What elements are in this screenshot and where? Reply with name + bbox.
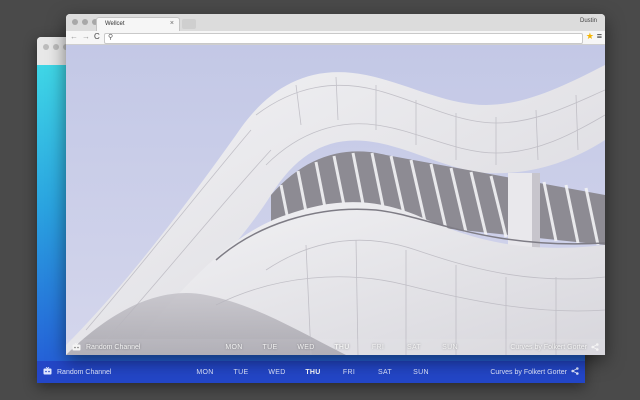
day-mon[interactable]: MON xyxy=(187,369,223,376)
share-icon[interactable] xyxy=(591,343,599,351)
credit-text: Curves by Folkert Gorter xyxy=(490,368,567,376)
browser-tab[interactable]: Wellcet × xyxy=(96,17,180,31)
minimize-dot[interactable] xyxy=(82,19,88,25)
profile-name[interactable]: Dustin xyxy=(580,18,597,24)
day-tue[interactable]: TUE xyxy=(252,344,288,351)
day-fri[interactable]: FRI xyxy=(331,369,367,376)
back-bottom-bar: Random Channel MON TUE WED THU FRI SAT S… xyxy=(37,361,585,383)
day-mon[interactable]: MON xyxy=(216,344,252,351)
share-icon[interactable] xyxy=(571,367,579,377)
credit-text: Curves by Folkert Gorter xyxy=(510,343,587,351)
photo-overlay-bar: Random Channel MON TUE WED THU FRI SAT S… xyxy=(66,339,605,355)
day-tue[interactable]: TUE xyxy=(223,369,259,376)
day-wed[interactable]: WED xyxy=(259,369,295,376)
tab-strip: Wellcet × Dustin xyxy=(66,14,605,31)
tv-icon xyxy=(43,366,52,377)
curved-building-image xyxy=(66,45,605,355)
day-wed[interactable]: WED xyxy=(288,344,324,351)
channel-label: Random Channel xyxy=(86,343,141,351)
tv-icon xyxy=(72,343,81,351)
minimize-dot[interactable] xyxy=(53,44,59,50)
random-channel-button[interactable]: Random Channel xyxy=(72,339,140,355)
tab-close-icon[interactable]: × xyxy=(170,20,174,27)
tab-title: Wellcet xyxy=(105,21,125,27)
day-fri[interactable]: FRI xyxy=(360,344,396,351)
random-channel-button[interactable]: Random Channel xyxy=(43,361,111,383)
new-tab-button[interactable] xyxy=(182,19,196,29)
close-dot[interactable] xyxy=(72,19,78,25)
photo-credit[interactable]: Curves by Folkert Gorter xyxy=(510,339,599,355)
day-thu[interactable]: THU xyxy=(324,344,360,351)
forward-arrow-icon[interactable]: → xyxy=(82,32,90,41)
front-browser-window: Wellcet × Dustin ← → C ⚲ ★ ≡ Random Chan… xyxy=(66,14,605,355)
day-thu[interactable]: THU xyxy=(295,369,331,376)
photo-credit[interactable]: Curves by Folkert Gorter xyxy=(490,361,579,383)
channel-label: Random Channel xyxy=(57,368,112,376)
back-arrow-icon[interactable]: ← xyxy=(70,32,78,41)
reload-icon[interactable]: C xyxy=(94,32,100,41)
bookmark-star-icon[interactable]: ★ xyxy=(586,31,594,42)
search-icon: ⚲ xyxy=(108,34,114,41)
day-sat[interactable]: SAT xyxy=(396,344,432,351)
browser-toolbar: ← → C ⚲ ★ ≡ xyxy=(66,31,605,45)
day-sun[interactable]: SUN xyxy=(432,344,468,351)
address-bar[interactable]: ⚲ xyxy=(104,33,583,44)
window-controls xyxy=(72,19,98,25)
day-sun[interactable]: SUN xyxy=(403,369,439,376)
day-sat[interactable]: SAT xyxy=(367,369,403,376)
day-selector: MON TUE WED THU FRI SAT SUN xyxy=(216,339,468,355)
hamburger-menu-icon[interactable]: ≡ xyxy=(597,31,602,41)
close-dot[interactable] xyxy=(43,44,49,50)
nav-buttons: ← → C xyxy=(70,32,100,41)
day-selector: MON TUE WED THU FRI SAT SUN xyxy=(187,361,439,383)
wallpaper-photo: Random Channel MON TUE WED THU FRI SAT S… xyxy=(66,45,605,355)
